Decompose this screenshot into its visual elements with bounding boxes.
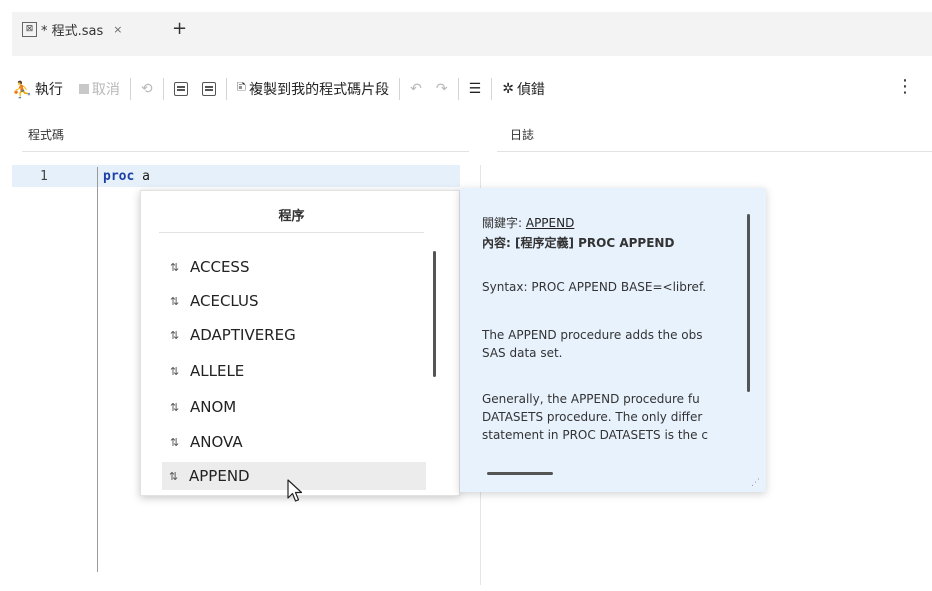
code-line[interactable]: proc a xyxy=(103,169,150,184)
autocomplete-popup: 程序 ⇅ ACCESS ⇅ ACECLUS ⇅ ADAPTIVEREG ⇅ ALLELE… xyxy=(140,190,460,496)
bug-icon: ✲ xyxy=(502,81,514,97)
mouse-cursor-icon xyxy=(287,479,303,502)
format-code-button[interactable]: ☰ xyxy=(469,81,482,97)
item-label: ADAPTIVEREG xyxy=(190,326,296,344)
item-label: APPEND xyxy=(189,467,250,485)
tab-log[interactable]: 日誌 xyxy=(510,126,534,143)
autocomplete-item[interactable]: ⇅ ACECLUS xyxy=(163,287,427,315)
submit-icon[interactable]: ⟲ xyxy=(141,81,153,97)
general-line-2: DATASETS procedure. The only differ xyxy=(482,410,703,424)
resize-grip-icon[interactable]: ⋰ xyxy=(751,478,760,488)
description-line-2: SAS data set. xyxy=(482,346,563,360)
description-line-1: The APPEND procedure adds the obs xyxy=(482,328,703,342)
gutter-divider xyxy=(97,167,98,572)
tab-strip xyxy=(12,12,932,56)
add-tab-button[interactable]: + xyxy=(172,18,187,39)
toolbar: ⛹ 執行 取消 ⟲ 🗈 複製到我的程式碼片段 ↶ ↷ ☰ ✲ 偵錯 xyxy=(12,70,932,108)
copy-snippet-label: 複製到我的程式碼片段 xyxy=(249,82,390,98)
item-label: ANOM xyxy=(190,398,237,416)
item-label: ANOVA xyxy=(190,433,243,451)
general-line-1: Generally, the APPEND procedure fu xyxy=(482,392,700,406)
save-as-button[interactable] xyxy=(201,82,216,96)
autocomplete-header: 程序 xyxy=(159,205,424,233)
save-icon xyxy=(173,82,188,96)
general-line-3: statement in PROC DATASETS is the c xyxy=(482,428,708,442)
procedure-icon: ⇅ xyxy=(170,328,180,342)
procedure-icon: ⇅ xyxy=(169,469,179,483)
debug-label: 偵錯 xyxy=(516,82,545,98)
copy-snippet-button[interactable]: 🗈 複製到我的程式碼片段 xyxy=(237,78,390,100)
item-label: ACECLUS xyxy=(190,292,259,310)
undo-icon: ↶ xyxy=(410,81,422,97)
snippet-icon: 🗈 xyxy=(236,80,247,95)
redo-icon: ↷ xyxy=(435,81,448,97)
tab-label: * 程式.sas xyxy=(41,23,104,39)
code-text: a xyxy=(134,169,150,184)
tab-code[interactable]: 程式碼 xyxy=(28,126,64,143)
toolbar-divider xyxy=(225,78,227,100)
stop-icon xyxy=(78,84,89,94)
code-pane-underline xyxy=(22,151,469,152)
run-label: 執行 xyxy=(34,82,63,98)
procedure-icon: ⇅ xyxy=(170,364,180,378)
cancel-label: 取消 xyxy=(91,82,120,98)
toolbar-divider xyxy=(399,78,401,100)
procedure-icon: ⇅ xyxy=(170,260,180,274)
redo-button[interactable]: ↷ xyxy=(436,81,448,97)
run-icon: ⛹ xyxy=(12,79,32,99)
autocomplete-item[interactable]: ⇅ ANOM xyxy=(163,393,427,421)
cancel-button[interactable]: 取消 xyxy=(78,79,120,99)
undo-button[interactable]: ↶ xyxy=(410,81,422,97)
autocomplete-item[interactable]: ⇅ ALLELE xyxy=(163,357,427,385)
save-button[interactable] xyxy=(173,82,188,96)
code-keyword: proc xyxy=(103,169,135,184)
autocomplete-item[interactable]: ⇅ ACCESS xyxy=(163,253,427,281)
autocomplete-scrollbar[interactable] xyxy=(433,251,436,377)
info-horizontal-scrollbar[interactable] xyxy=(487,472,553,475)
toolbar-divider xyxy=(129,78,131,100)
keyword-info-popup: 關鍵字: APPEND 內容: [程序定義] PROC APPEND Synta… xyxy=(460,188,766,492)
procedure-icon: ⇅ xyxy=(170,294,180,308)
toolbar-divider xyxy=(491,78,493,100)
debug-button[interactable]: ✲ 偵錯 xyxy=(502,79,545,99)
run-button[interactable]: ⛹ 執行 xyxy=(12,79,63,99)
keyword-label: 關鍵字: xyxy=(482,216,526,230)
toolbar-divider xyxy=(162,78,164,100)
more-options-icon[interactable]: ⋮ xyxy=(896,76,914,97)
format-icon: ☰ xyxy=(468,81,482,97)
info-vertical-scrollbar[interactable] xyxy=(747,214,750,392)
toolbar-divider xyxy=(457,78,459,100)
save-as-icon xyxy=(201,82,216,96)
sas-file-icon: ⊠ xyxy=(22,21,37,37)
close-tab-icon[interactable]: × xyxy=(113,23,122,36)
item-label: ACCESS xyxy=(190,258,250,276)
procedure-icon: ⇅ xyxy=(170,400,180,414)
content-line: 內容: [程序定義] PROC APPEND xyxy=(482,236,675,250)
log-pane-underline xyxy=(497,151,932,152)
tab-program[interactable]: ⊠ * 程式.sas × xyxy=(22,14,123,44)
autocomplete-item[interactable]: ⇅ ANOVA xyxy=(163,428,427,456)
keyword-link[interactable]: APPEND xyxy=(526,216,574,230)
keyword-line: 關鍵字: APPEND xyxy=(482,214,746,232)
syntax-line: Syntax: PROC APPEND BASE=<libref. xyxy=(482,280,707,294)
procedure-icon: ⇅ xyxy=(170,435,180,449)
current-line-highlight xyxy=(12,165,460,187)
autocomplete-item[interactable]: ⇅ ADAPTIVEREG xyxy=(163,321,427,349)
item-label: ALLELE xyxy=(190,362,245,380)
line-number: 1 xyxy=(40,169,48,184)
